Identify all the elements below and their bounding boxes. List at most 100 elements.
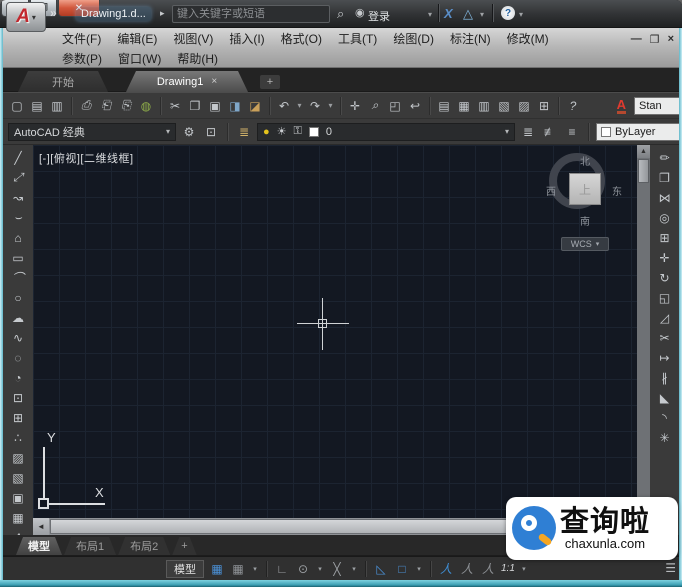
cut-icon[interactable]: ✂ (166, 97, 184, 115)
doc-minimize-button[interactable]: — (631, 33, 642, 46)
object-snap-tracking-icon[interactable]: ╳ (329, 561, 345, 577)
status-menu-icon[interactable]: ☰ (665, 561, 676, 575)
menu-item[interactable]: 工具(T) (338, 30, 377, 47)
annotation-scale-icon[interactable]: 人 (480, 561, 496, 577)
qat-overflow-button[interactable]: » (50, 6, 57, 20)
make-block-icon[interactable]: ⊞ (7, 409, 29, 426)
viewport-controls-label[interactable]: [-][俯视][二维线框] (39, 150, 134, 166)
chamfer-icon[interactable]: ◣ (654, 389, 676, 406)
tab-drawing1[interactable]: Drawing1 × (126, 71, 248, 92)
scale-dropdown[interactable]: ▾ (520, 561, 528, 577)
doc-restore-button[interactable]: ❐ (650, 33, 660, 46)
copy-object-icon[interactable]: ❐ (654, 169, 676, 186)
rectangle-icon[interactable]: ▭ (7, 249, 29, 266)
arc-3point-icon[interactable]: ⌣ (7, 209, 29, 226)
layer-color-swatch[interactable] (309, 127, 319, 137)
layer-lock-icon[interactable]: ⚿ (294, 125, 302, 138)
viewcube-south-label[interactable]: 南 (580, 213, 590, 228)
array-icon[interactable]: ⊞ (654, 229, 676, 246)
help-dropdown-icon[interactable]: ▾ (519, 10, 523, 19)
designcenter-icon[interactable]: ▦ (455, 97, 473, 115)
a360-dropdown-icon[interactable]: ▾ (480, 10, 484, 19)
vertical-scroll-thumb[interactable] (638, 159, 649, 183)
menu-item[interactable]: 绘图(D) (393, 30, 434, 47)
signin-dropdown-icon[interactable]: ▾ (428, 10, 432, 19)
autodesk360-icon[interactable]: △ (463, 6, 473, 22)
scale-icon[interactable]: ◱ (654, 289, 676, 306)
offset-icon[interactable]: ◎ (654, 209, 676, 226)
new-layout-button[interactable]: + (172, 537, 196, 555)
gradient-icon[interactable]: ▧ (7, 469, 29, 486)
title-flyout-arrow[interactable]: ▸ (160, 8, 165, 19)
insert-block-icon[interactable]: ⊡ (7, 389, 29, 406)
application-menu-button[interactable]: A ▾ (6, 2, 46, 32)
point-icon[interactable]: ∴ (7, 429, 29, 446)
doc-close-button[interactable]: × (668, 33, 674, 46)
viewcube-top-face[interactable]: 上 (569, 173, 601, 205)
new-icon[interactable]: ▢ (8, 97, 26, 115)
grid-display-icon[interactable]: ▦ (209, 561, 225, 577)
construction-line-icon[interactable]: ⤢ (7, 169, 29, 186)
tab-close-icon[interactable]: × (211, 76, 217, 87)
quickcalc-icon[interactable]: ⊞ (535, 97, 553, 115)
markup-set-manager-icon[interactable]: ▨ (515, 97, 533, 115)
wcs-dropdown[interactable]: WCS ▾ (561, 237, 609, 251)
snap-mode-icon[interactable]: ▦ (230, 561, 246, 577)
help-icon[interactable]: ? (501, 6, 515, 20)
rotate-icon[interactable]: ↻ (654, 269, 676, 286)
table-icon[interactable]: ▦ (7, 509, 29, 526)
plot-preview-icon[interactable]: ⎗ (97, 97, 115, 115)
annotation-visibility-icon[interactable]: 人 (438, 561, 454, 577)
sheet-set-manager-icon[interactable]: ▧ (495, 97, 513, 115)
save-icon[interactable]: ▥ (48, 97, 66, 115)
tab-layout2[interactable]: 布局2 (118, 537, 170, 555)
block-editor-icon[interactable]: ◪ (246, 97, 264, 115)
make-layer-current-icon[interactable]: ≡ (563, 123, 581, 141)
trim-icon[interactable]: ✂ (654, 329, 676, 346)
workspace-settings-icon[interactable]: ⊡ (202, 123, 220, 141)
style-combo[interactable]: Stan (634, 97, 680, 115)
layer-on-icon[interactable]: ● (263, 126, 270, 138)
stretch-icon[interactable]: ◿ (654, 309, 676, 326)
region-icon[interactable]: ▣ (7, 489, 29, 506)
drawing-canvas[interactable]: [-][俯视][二维线框] 北 西 东 南 上 WCS ▾ Y X (33, 145, 637, 518)
polar-dropdown[interactable]: ▾ (316, 561, 324, 577)
menu-item[interactable]: 标注(N) (450, 30, 491, 47)
copy-icon[interactable]: ❐ (186, 97, 204, 115)
object-snap-icon[interactable]: □ (394, 561, 410, 577)
print-icon[interactable]: ⎙ (77, 97, 95, 115)
ortho-mode-icon[interactable]: ∟ (274, 561, 290, 577)
menu-item[interactable]: 格式(O) (281, 30, 322, 47)
text-style-icon[interactable]: A (617, 98, 626, 114)
vertical-scrollbar[interactable]: ▲ (637, 145, 650, 518)
erase-icon[interactable]: ✏ (654, 149, 676, 166)
fillet-icon[interactable]: ◝ (654, 409, 676, 426)
menu-item[interactable]: 修改(M) (507, 30, 549, 47)
move-icon[interactable]: ✛ (654, 249, 676, 266)
zoom-window-icon[interactable]: ◰ (386, 97, 404, 115)
ellipse-arc-icon[interactable]: ◔ (7, 369, 29, 386)
menu-item[interactable]: 参数(P) (62, 50, 102, 67)
workspace-combo[interactable]: AutoCAD 经典 ▾ (8, 123, 176, 141)
paste-icon[interactable]: ▣ (206, 97, 224, 115)
explode-icon[interactable]: ✳ (654, 429, 676, 446)
viewcube-north-label[interactable]: 北 (580, 153, 590, 168)
scroll-up-button[interactable]: ▲ (637, 145, 650, 158)
zoom-previous-icon[interactable]: ↩ (406, 97, 424, 115)
signin-button[interactable]: 登录 (368, 8, 390, 24)
menu-item[interactable]: 文件(F) (62, 30, 101, 47)
hatch-icon[interactable]: ▨ (7, 449, 29, 466)
menu-item[interactable]: 编辑(E) (117, 30, 157, 47)
tab-model[interactable]: 模型 (16, 537, 62, 555)
layer-freeze-icon[interactable]: ☀ (277, 125, 287, 138)
undo-dropdown[interactable]: ▾ (295, 97, 304, 115)
model-space-button[interactable]: 模型 (166, 560, 204, 578)
circle-icon[interactable]: ○ (7, 289, 29, 306)
search-icon[interactable]: ⌕ (337, 6, 344, 22)
tab-start[interactable]: 开始 (18, 71, 108, 92)
menu-item[interactable]: 插入(I) (229, 30, 264, 47)
revision-cloud-icon[interactable]: ☁ (7, 309, 29, 326)
polar-tracking-icon[interactable]: ⊙ (295, 561, 311, 577)
snap-dropdown[interactable]: ▾ (251, 561, 259, 577)
polygon-icon[interactable]: ⌂ (7, 229, 29, 246)
